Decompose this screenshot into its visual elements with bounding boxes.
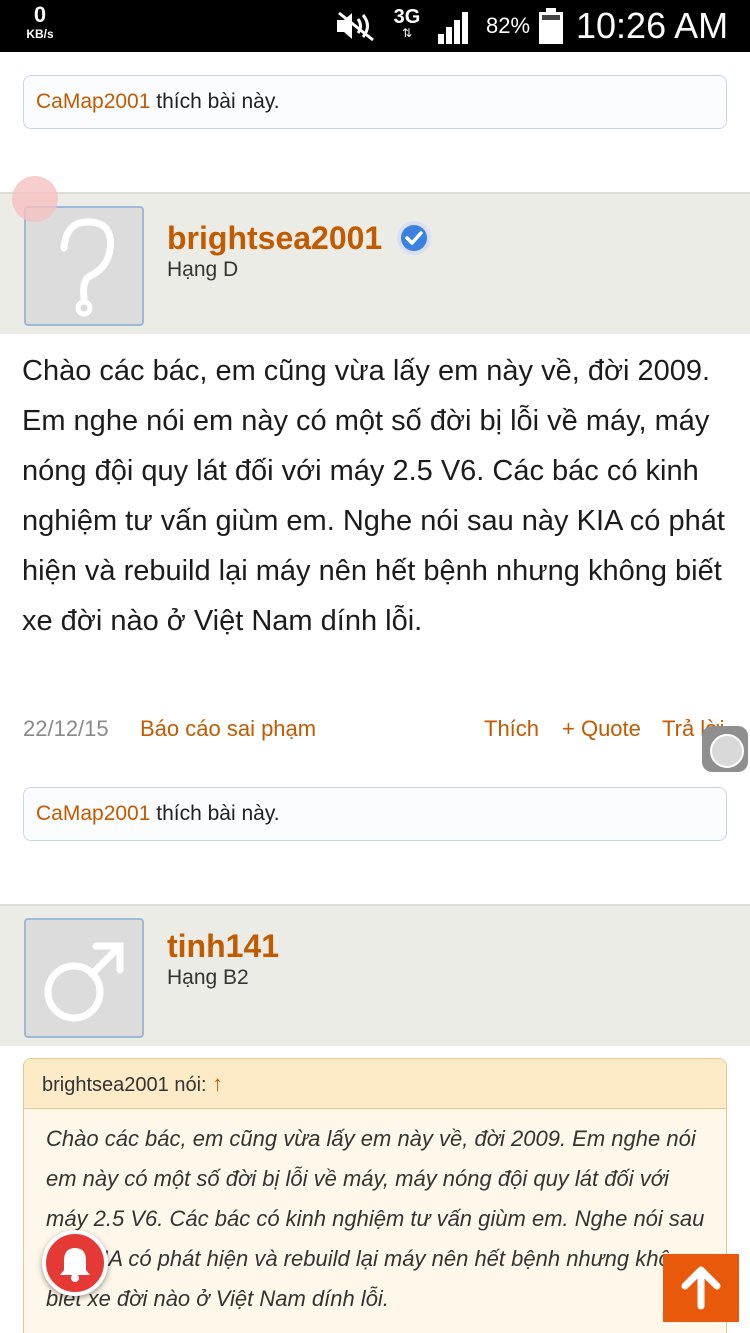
likes-text: thích bài này. bbox=[150, 802, 280, 825]
avatar[interactable] bbox=[24, 206, 144, 326]
network-speed: 0 KB/s bbox=[18, 2, 62, 41]
avatar[interactable] bbox=[24, 918, 144, 1038]
like-link[interactable]: Thích bbox=[484, 716, 539, 742]
wifi-muted-icon bbox=[337, 11, 374, 42]
likes-text: thích bài này. bbox=[150, 90, 280, 113]
notification-button[interactable] bbox=[42, 1230, 108, 1296]
post-author-username[interactable]: brightsea2001 bbox=[167, 220, 382, 257]
post-date: 22/12/15 bbox=[23, 716, 109, 741]
assistive-touch-button[interactable] bbox=[702, 726, 748, 772]
data-arrows-icon: ⇅ bbox=[401, 26, 413, 40]
jump-to-quote-icon[interactable]: ↑ bbox=[212, 1071, 223, 1096]
scroll-to-top-button[interactable] bbox=[663, 1254, 739, 1322]
network-speed-value: 0 bbox=[33, 2, 47, 27]
quote-block: brightsea2001 nói: ↑ Chào các bác, em cũ… bbox=[23, 1058, 727, 1333]
report-link[interactable]: Báo cáo sai phạm bbox=[140, 716, 316, 742]
post-message: Chào các bác, em cũng vừa lấy em này về,… bbox=[22, 355, 725, 637]
bell-icon bbox=[60, 1248, 90, 1282]
network-type-label: 3G bbox=[393, 6, 421, 28]
likes-summary: CaMap2001 thích bài này. bbox=[23, 787, 727, 841]
post-author-username[interactable]: tinh141 bbox=[167, 928, 279, 965]
post-author-rank: Hạng B2 bbox=[167, 966, 249, 989]
quote-text: Chào các bác, em cũng vừa lấy em này về,… bbox=[46, 1126, 705, 1311]
likes-summary: CaMap2001 thích bài này. bbox=[23, 75, 727, 129]
verified-icon bbox=[397, 221, 431, 255]
quote-link[interactable]: + Quote bbox=[562, 716, 641, 742]
quote-header: brightsea2001 nói: ↑ bbox=[24, 1059, 726, 1109]
post-author-header: brightsea2001 Hạng D bbox=[0, 192, 750, 334]
clock: 10:26 AM bbox=[576, 5, 729, 46]
liked-by-user-link[interactable]: CaMap2001 bbox=[36, 802, 150, 825]
floating-bubble-icon[interactable] bbox=[12, 176, 58, 222]
post-author-rank: Hạng D bbox=[167, 258, 239, 281]
avatar-question-icon bbox=[60, 218, 115, 317]
post-actions: 22/12/15 Báo cáo sai phạm Thích + Quote … bbox=[0, 716, 750, 756]
status-bar: 0 KB/s 3G ⇅ 82% 10:26 AM bbox=[0, 0, 750, 52]
quote-author: brightsea2001 nói: bbox=[42, 1074, 213, 1096]
arrow-up-icon bbox=[681, 1266, 721, 1310]
network-type: 3G ⇅ bbox=[390, 7, 424, 39]
battery-icon bbox=[539, 8, 563, 44]
post-author-header: tinh141 Hạng B2 bbox=[0, 904, 750, 1046]
battery-percent: 82% bbox=[486, 13, 531, 38]
signal-icon bbox=[438, 12, 468, 44]
liked-by-user-link[interactable]: CaMap2001 bbox=[36, 90, 150, 113]
network-speed-unit: KB/s bbox=[26, 27, 54, 41]
avatar-male-icon bbox=[44, 942, 124, 1022]
